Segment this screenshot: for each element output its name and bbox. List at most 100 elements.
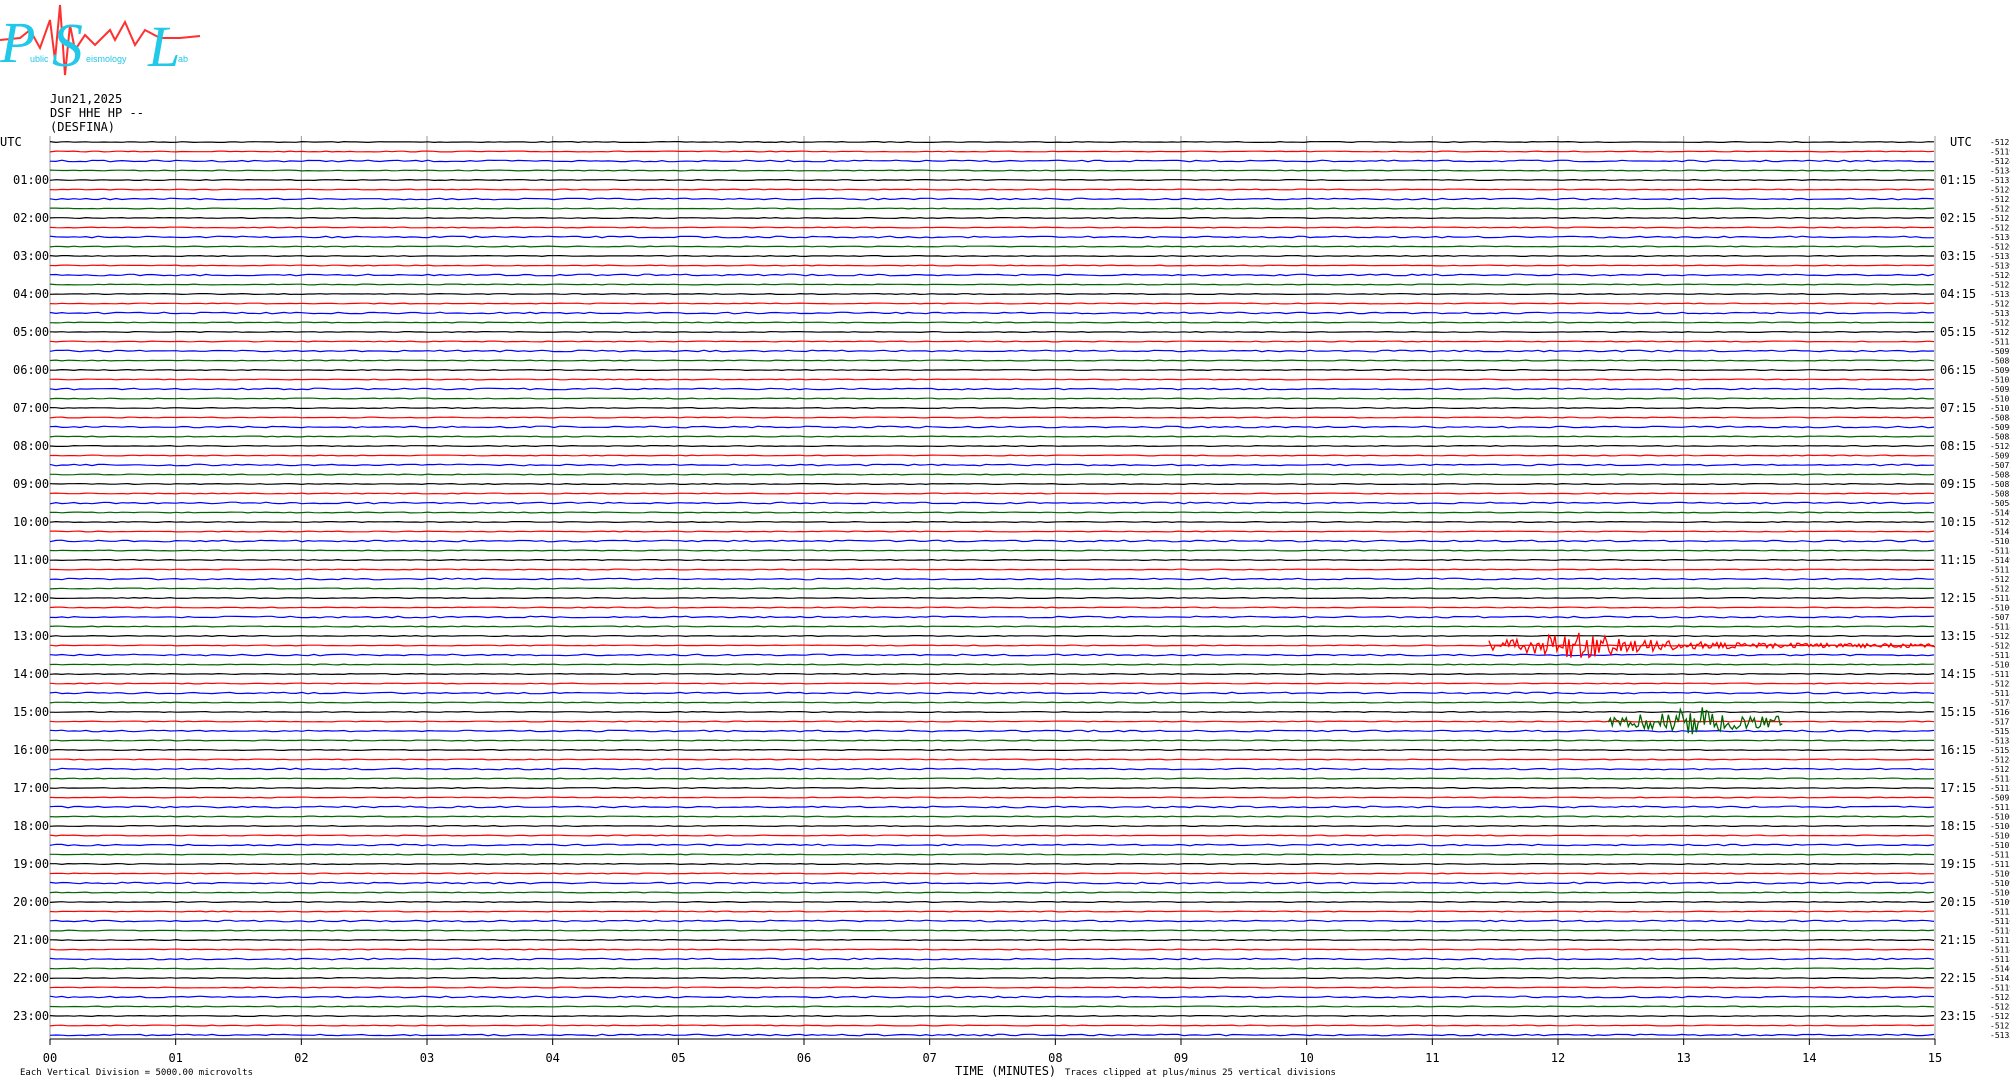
left-hour-label: 20:00 bbox=[13, 895, 49, 909]
trace-offset-label: -5090 bbox=[1990, 366, 2010, 375]
right-hour-label: 07:15 bbox=[1940, 401, 1976, 415]
trace-offset-label: -5127 bbox=[1990, 575, 2010, 584]
trace-line bbox=[49, 796, 1935, 799]
right-hour-label: 10:15 bbox=[1940, 515, 1976, 529]
trace-line bbox=[49, 872, 1934, 875]
trace-line bbox=[49, 682, 1935, 685]
trace-offset-label: -5100 bbox=[1990, 832, 2010, 841]
trace-offset-label: -5100 bbox=[1990, 813, 2010, 822]
trace-offset-label: -5121 bbox=[1990, 138, 2010, 147]
right-hour-label: 15:15 bbox=[1940, 705, 1976, 719]
trace-offset-label: -5106 bbox=[1990, 822, 2010, 831]
x-tick-label: 03 bbox=[420, 1051, 434, 1065]
left-hour-label: 10:00 bbox=[13, 515, 49, 529]
clipping-note: Traces clipped at plus/minus 25 vertical… bbox=[1065, 1068, 1336, 1078]
trace-line bbox=[49, 929, 1935, 932]
trace-offset-label: -5109 bbox=[1990, 879, 2010, 888]
trace-line bbox=[50, 207, 1935, 210]
trace-offset-label: -5114 bbox=[1990, 946, 2010, 955]
trace-offset-label: -5102 bbox=[1990, 661, 2010, 670]
trace-line bbox=[49, 701, 1935, 704]
trace-line bbox=[49, 815, 1935, 818]
trace-offset-label: -5118 bbox=[1990, 775, 2010, 784]
trace-offset-label: -5116 bbox=[1990, 917, 2010, 926]
trace-offset-label: -5124 bbox=[1990, 756, 2010, 765]
trace-offset-label: -5119 bbox=[1990, 984, 2010, 993]
trace-offset-label: -5171 bbox=[1990, 718, 2010, 727]
trace-line bbox=[49, 159, 1935, 163]
trace-line bbox=[49, 359, 1935, 362]
trace-line bbox=[49, 302, 1935, 305]
trace-offset-label: -5114 bbox=[1990, 594, 2010, 603]
trace-line bbox=[49, 748, 1935, 752]
trace-line bbox=[49, 482, 1935, 486]
trace-line bbox=[49, 634, 1935, 638]
trace-line bbox=[49, 957, 1935, 961]
right-hour-label: 04:15 bbox=[1940, 287, 1976, 301]
trace-offset-label: -5116 bbox=[1990, 927, 2010, 936]
left-hour-label: 21:00 bbox=[13, 933, 49, 947]
trace-offset-label: -5125 bbox=[1990, 585, 2010, 594]
trace-offset-label: -5118 bbox=[1990, 955, 2010, 964]
right-hour-label: 23:15 bbox=[1940, 1009, 1976, 1023]
right-hour-label: 12:15 bbox=[1940, 591, 1976, 605]
trace-line bbox=[49, 197, 1935, 201]
right-hour-label: 11:15 bbox=[1940, 553, 1976, 567]
x-tick-label: 07 bbox=[922, 1051, 936, 1065]
trace-offset-label: -5129 bbox=[1990, 205, 2010, 214]
trace-offset-label: -5084 bbox=[1990, 414, 2010, 423]
trace-offset-label: -5081 bbox=[1990, 490, 2010, 499]
trace-line bbox=[49, 995, 1935, 999]
trace-line bbox=[49, 739, 1935, 742]
trace-line bbox=[49, 948, 1935, 951]
right-hour-label: 21:15 bbox=[1940, 933, 1976, 947]
right-hour-label: 13:15 bbox=[1940, 629, 1976, 643]
trace-offset-label: -5111 bbox=[1990, 851, 2010, 860]
trace-offset-label: -5100 bbox=[1990, 604, 2010, 613]
trace-line bbox=[49, 967, 1935, 970]
trace-line bbox=[49, 986, 1935, 989]
trace-line bbox=[49, 425, 1935, 429]
trace-line bbox=[49, 729, 1935, 733]
right-hour-label: 17:15 bbox=[1940, 781, 1976, 795]
left-hour-label: 22:00 bbox=[13, 971, 49, 985]
trace-offset-label: -5122 bbox=[1990, 319, 2010, 328]
trace-line bbox=[49, 710, 1935, 714]
right-hour-label: 08:15 bbox=[1940, 439, 1976, 453]
trace-line bbox=[49, 976, 1935, 980]
trace-offset-label: -5140 bbox=[1990, 965, 2010, 974]
x-tick-label: 12 bbox=[1551, 1051, 1565, 1065]
right-hour-label: 05:15 bbox=[1940, 325, 1976, 339]
trace-line bbox=[49, 767, 1935, 771]
trace-line bbox=[50, 758, 1934, 761]
trace-line bbox=[49, 226, 1934, 229]
x-tick-label: 15 bbox=[1928, 1051, 1942, 1065]
right-hour-label: 01:15 bbox=[1940, 173, 1976, 187]
seismogram-chart: -5121-5119-5124-5134-5132-5126-5125-5129… bbox=[0, 135, 2010, 1078]
trace-offset-label: -5135 bbox=[1990, 737, 2010, 746]
trace-line bbox=[49, 1014, 1935, 1018]
trace-line bbox=[49, 777, 1935, 780]
trace-offset-label: -5149 bbox=[1990, 509, 2010, 518]
trace-offset-label: -5119 bbox=[1990, 148, 2010, 157]
right-hour-label: 14:15 bbox=[1940, 667, 1976, 681]
trace-line bbox=[49, 283, 1935, 286]
right-hour-label: 06:15 bbox=[1940, 363, 1976, 377]
trace-line bbox=[49, 558, 1935, 562]
trace-line bbox=[49, 416, 1934, 419]
right-hour-label: 18:15 bbox=[1940, 819, 1976, 833]
trace-offset-label: -5085 bbox=[1990, 433, 2010, 442]
left-hour-label: 17:00 bbox=[13, 781, 49, 795]
trace-line bbox=[49, 568, 1935, 571]
trace-offset-label: -5118 bbox=[1990, 651, 2010, 660]
trace-offset-label: -5109 bbox=[1990, 898, 2010, 907]
x-tick-label: 08 bbox=[1048, 1051, 1062, 1065]
trace-offset-label: -5112 bbox=[1990, 908, 2010, 917]
trace-offset-label: -5115 bbox=[1990, 936, 2010, 945]
x-tick-label: 02 bbox=[294, 1051, 308, 1065]
left-hour-label: 01:00 bbox=[13, 173, 49, 187]
trace-line bbox=[49, 292, 1935, 296]
left-hour-label: 03:00 bbox=[13, 249, 49, 263]
trace-offset-label: -5115 bbox=[1990, 338, 2010, 347]
right-hour-label: 09:15 bbox=[1940, 477, 1976, 491]
